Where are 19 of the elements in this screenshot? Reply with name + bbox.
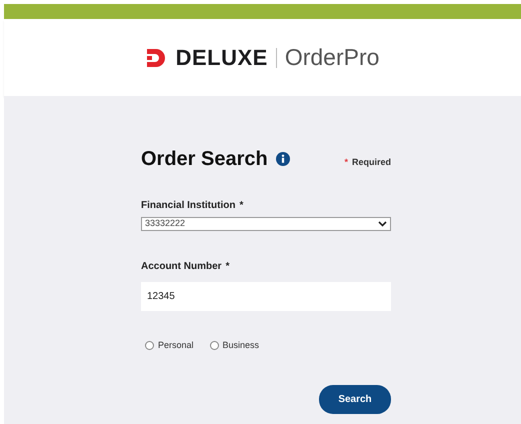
required-note: Required [352, 156, 391, 170]
logo-icon [146, 46, 168, 68]
select-field[interactable]: 33332222 [141, 217, 391, 231]
logo-brand: DELUXE [176, 44, 268, 72]
input-field[interactable]: 12345 [141, 282, 391, 311]
chevron-down-icon [378, 221, 387, 227]
field-label: Financial Institution [141, 199, 236, 213]
radio-label: Personal [158, 339, 194, 352]
logo-product: OrderPro [284, 43, 380, 72]
radio-button[interactable] [145, 341, 154, 350]
required-mark: * [239, 199, 244, 213]
radio-button[interactable] [210, 341, 219, 350]
radio-label: Business [222, 339, 260, 352]
form-title: Order Search [141, 147, 268, 172]
search-button[interactable]: Search [319, 384, 391, 414]
required-mark: * [344, 156, 348, 170]
field-label: Account Number [141, 260, 222, 274]
required-mark: * [226, 260, 230, 274]
info-icon[interactable] [276, 152, 290, 166]
